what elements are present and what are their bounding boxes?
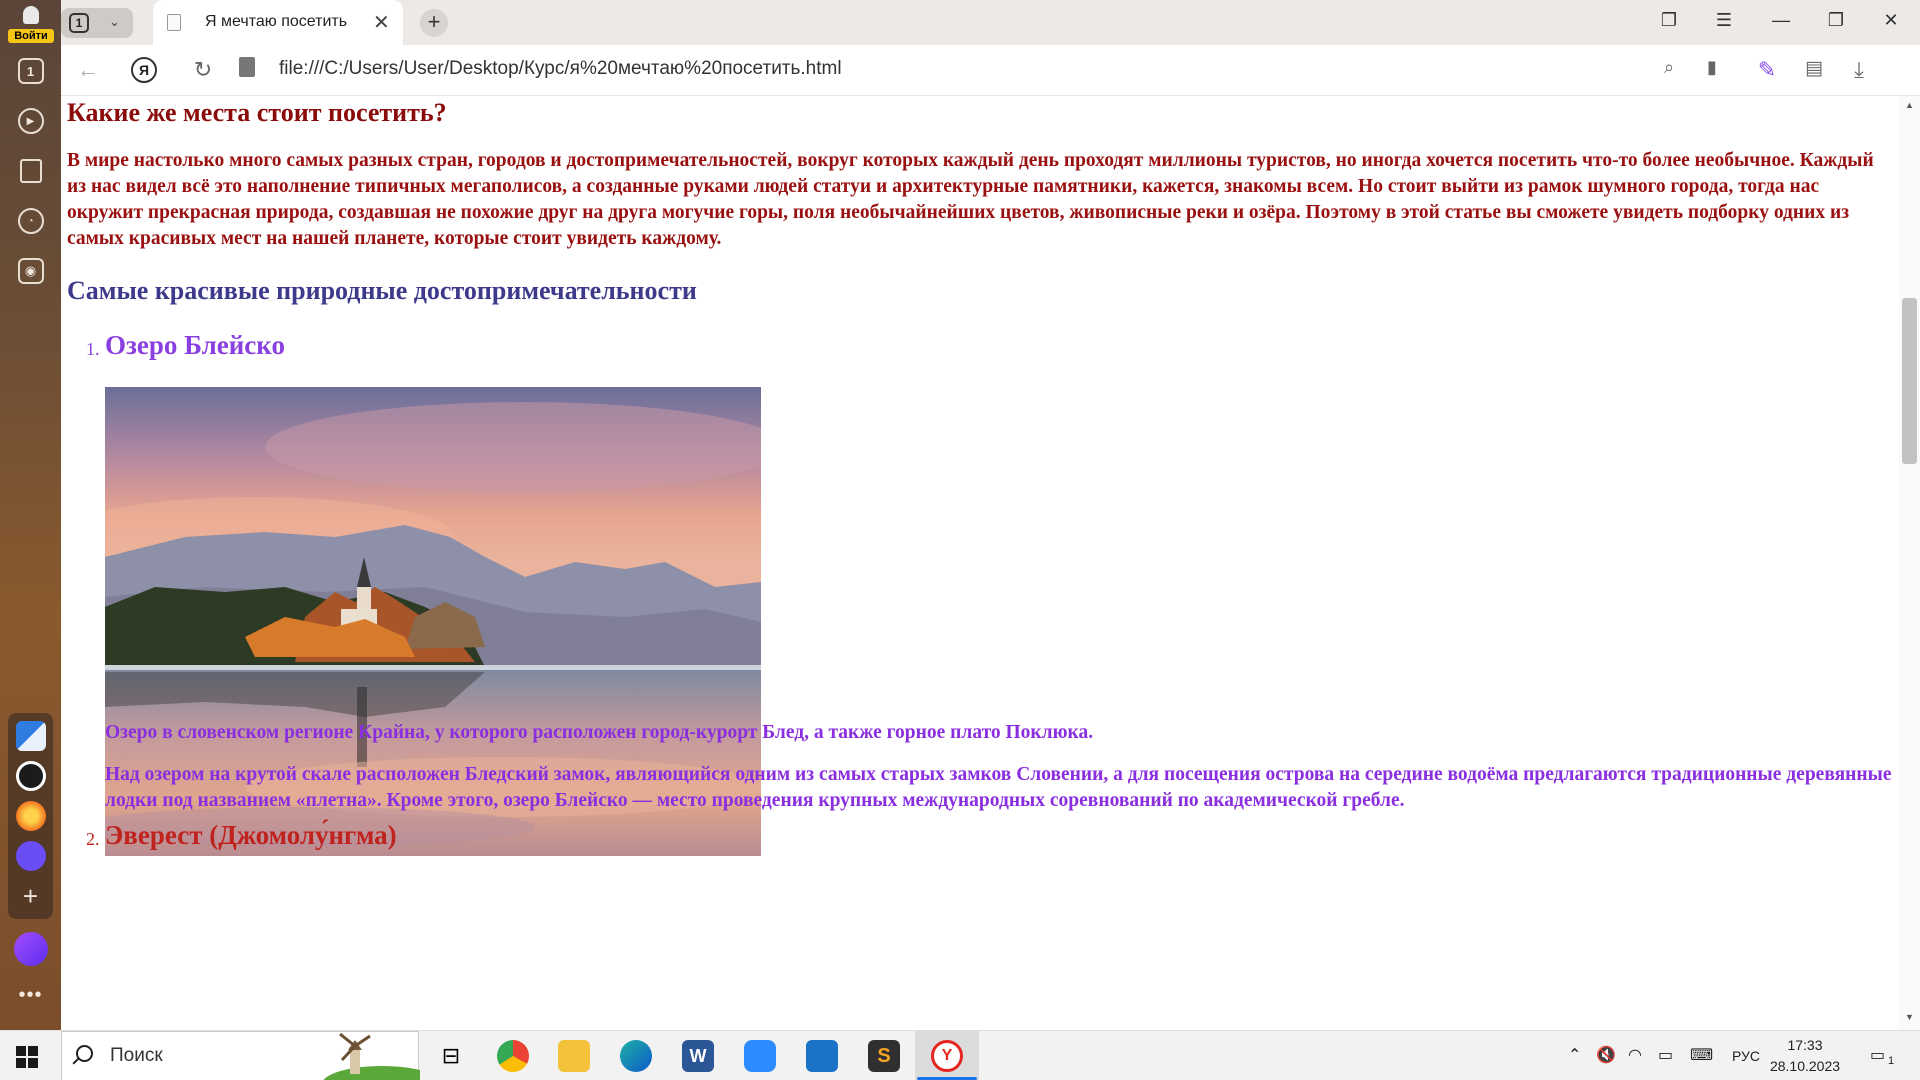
tray-chevron-up-icon[interactable]: ⌃ xyxy=(1568,1045,1581,1065)
sidebar-video-button[interactable]: ▶ xyxy=(0,106,61,136)
taskbar-edge-icon[interactable] xyxy=(620,1040,652,1072)
taskbar-mail-icon[interactable] xyxy=(806,1040,838,1072)
list-number: 2. xyxy=(86,829,100,849)
download-icon[interactable]: ⤓ xyxy=(1844,57,1874,83)
task-view-icon[interactable]: ⊟ xyxy=(435,1040,467,1072)
taskbar-word-icon[interactable]: W xyxy=(682,1040,714,1072)
dock-app-widgets[interactable] xyxy=(16,721,46,751)
windows-start-icon[interactable] xyxy=(16,1046,38,1068)
keyboard-icon[interactable]: ⌨ xyxy=(1690,1045,1713,1065)
taskbar-yandex-icon[interactable]: Y xyxy=(931,1040,963,1072)
file-icon xyxy=(167,14,181,31)
notifications-count: 1 xyxy=(1888,1055,1895,1067)
taskbar-zoom-icon[interactable] xyxy=(744,1040,776,1072)
battery-icon[interactable]: ▭ xyxy=(1658,1045,1673,1065)
list-item-title: Эверест (Джомолу́нгма) xyxy=(105,820,397,850)
restore-icon[interactable]: ❐ xyxy=(1821,10,1851,31)
reload-icon[interactable]: ↻ xyxy=(188,57,218,83)
clock-date: 28.10.2023 xyxy=(1769,1058,1841,1074)
menu-icon[interactable]: ☰ xyxy=(1709,10,1739,31)
dock-app-messenger[interactable] xyxy=(16,841,46,871)
tab-close-icon[interactable]: ✕ xyxy=(373,10,390,35)
taskbar-chrome-icon[interactable] xyxy=(497,1040,529,1072)
wifi-icon[interactable]: ◠ xyxy=(1628,1045,1642,1065)
yandex-home-icon[interactable]: Я xyxy=(131,57,157,83)
dock-add-icon[interactable]: + xyxy=(0,881,61,911)
more-icon[interactable]: ••• xyxy=(0,984,61,1006)
page-heading: Какие же места стоит посетить? xyxy=(67,98,447,127)
scroll-down-icon[interactable]: ▼ xyxy=(1905,1012,1914,1022)
tab-active[interactable]: Я мечтаю посетить ✕ xyxy=(153,0,403,45)
dock-app-alice[interactable] xyxy=(16,761,46,791)
tab-counter-button[interactable]: 1 ⌄ xyxy=(61,8,133,38)
section-heading: Самые красивые природные достопримечател… xyxy=(67,276,697,305)
dock-app-mail[interactable] xyxy=(16,801,46,831)
language-indicator[interactable]: РУС xyxy=(1732,1048,1760,1064)
list-number: 1. xyxy=(86,339,100,359)
chevron-down-icon: ⌄ xyxy=(109,14,120,29)
page-scrollbar[interactable] xyxy=(1899,96,1920,1030)
bookmark-icon[interactable]: ▮ xyxy=(1697,57,1727,78)
address-toolbar: ← Я ↻ file:///C:/Users/User/Desktop/Курс… xyxy=(61,45,1920,96)
taskbar-search[interactable]: Поиск xyxy=(61,1031,420,1080)
clock-time: 17:33 xyxy=(1787,1037,1823,1053)
search-page-icon[interactable]: ⌕ xyxy=(1654,57,1684,78)
minimize-icon[interactable]: — xyxy=(1766,10,1796,31)
tab-strip: 1 ⌄ Я мечтаю посетить ✕ + ❐ ☰ — ❐ ✕ xyxy=(61,0,1920,45)
scroll-thumb[interactable] xyxy=(1902,298,1917,464)
list-item-title: Озеро Блейско xyxy=(105,330,285,360)
collections-icon xyxy=(19,159,42,183)
browser-sidebar: Войти 1 ▶ ◔ ◉ + ••• xyxy=(0,0,61,1030)
pen-icon[interactable]: ✎ xyxy=(1752,57,1782,83)
search-placeholder: Поиск xyxy=(110,1045,163,1066)
clock-icon: ◔ xyxy=(17,208,44,234)
sidebar-history-button[interactable]: ◔ xyxy=(0,206,61,236)
tabs-counter-icon: 1 xyxy=(17,58,44,84)
sidebar-screenshot-button[interactable]: ◉ xyxy=(0,256,61,286)
taskbar-explorer-icon[interactable] xyxy=(558,1040,590,1072)
windmill-highlight-icon xyxy=(323,1032,420,1080)
alice-icon xyxy=(13,932,48,966)
intro-paragraph: В мире настолько много самых разных стра… xyxy=(67,150,1874,249)
sidebar-tabs-button[interactable]: 1 xyxy=(0,56,61,86)
login-button[interactable]: Войти xyxy=(8,2,54,43)
camera-icon: ◉ xyxy=(17,258,44,284)
login-label: Войти xyxy=(8,29,54,43)
alice-button[interactable] xyxy=(0,931,61,967)
back-icon[interactable]: ← xyxy=(73,57,103,83)
scroll-up-icon[interactable]: ▲ xyxy=(1905,100,1914,110)
lake-description-1: Озеро в словенском регионе Крайна, у кот… xyxy=(105,722,1094,743)
windows-taskbar: Поиск ⊟ W S Y ⌃ 🔇 ◠ ▭ ⌨ РУС 17:33 28.10.… xyxy=(0,1030,1920,1080)
bookmarks-panel-icon[interactable]: ❐ xyxy=(1654,10,1684,31)
play-icon: ▶ xyxy=(17,108,44,134)
address-bar[interactable]: file:///C:/Users/User/Desktop/Курс/я%20м… xyxy=(279,58,842,80)
lake-description-2: Над озером на крутой скале расположен Бл… xyxy=(105,764,1892,811)
clock[interactable]: 17:33 28.10.2023 xyxy=(1760,1035,1850,1077)
taskbar-sublime-icon[interactable]: S xyxy=(868,1040,900,1072)
new-tab-button[interactable]: + xyxy=(420,9,448,37)
close-window-icon[interactable]: ✕ xyxy=(1876,10,1906,31)
speaker-muted-icon[interactable]: 🔇 xyxy=(1596,1045,1616,1065)
search-icon xyxy=(76,1045,93,1062)
sidebar-collections-button[interactable] xyxy=(0,156,61,186)
reader-icon[interactable]: ▤ xyxy=(1799,57,1829,80)
notifications-icon[interactable]: ▭ xyxy=(1870,1045,1885,1065)
tab-title: Я мечтаю посетить xyxy=(205,13,348,30)
tab-count: 1 xyxy=(69,13,89,33)
user-avatar-icon xyxy=(23,6,39,24)
web-page: Какие же места стоит посетить? В мире на… xyxy=(61,96,1899,1030)
file-icon[interactable] xyxy=(239,57,255,77)
app-dock: + xyxy=(8,713,53,919)
